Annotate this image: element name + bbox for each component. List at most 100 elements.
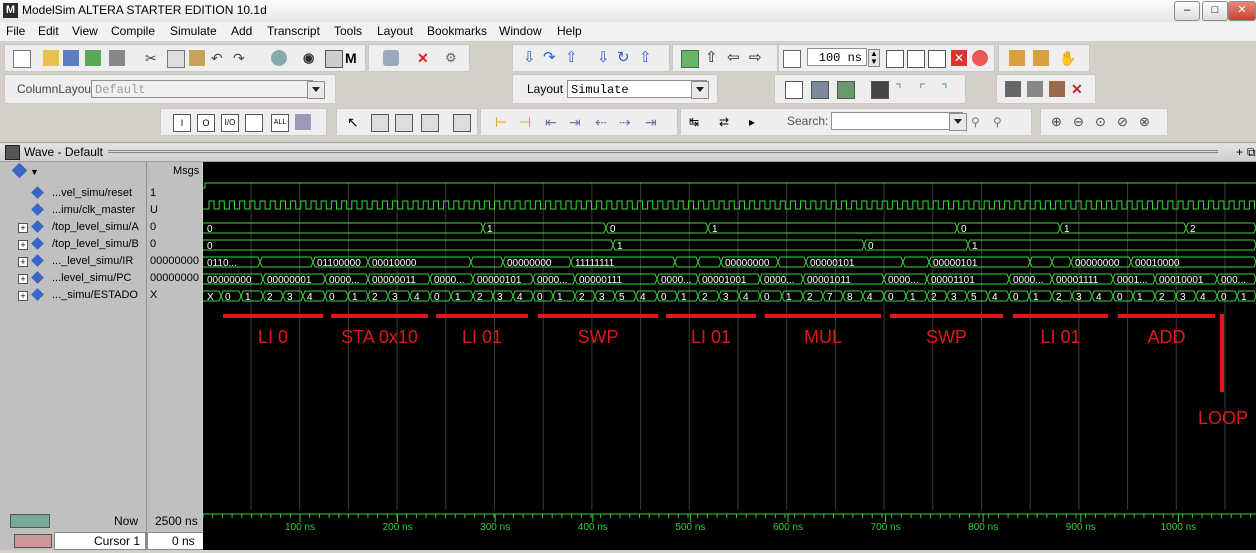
- save-icon[interactable]: [63, 50, 79, 66]
- wave-block-icon[interactable]: [871, 81, 889, 99]
- signal-row-ir[interactable]: + ..._level_simu/IR: [0, 253, 146, 270]
- expand-icon[interactable]: +: [18, 257, 28, 267]
- run-icon[interactable]: ⚙: [445, 50, 461, 66]
- restart-icon[interactable]: [783, 50, 801, 68]
- pan-mode-icon[interactable]: [395, 114, 413, 132]
- wave-color-icon[interactable]: [837, 81, 855, 99]
- step-down-icon[interactable]: ⇩: [597, 50, 613, 66]
- hand-icon[interactable]: ✋: [1059, 50, 1076, 66]
- format-icon[interactable]: [383, 50, 399, 66]
- undock-icon[interactable]: ⧉: [1247, 144, 1256, 160]
- delete-icon[interactable]: ✕: [417, 50, 433, 66]
- search-next-icon[interactable]: ⚲: [993, 114, 1009, 130]
- menu-bookmarks[interactable]: Bookmarks: [427, 24, 487, 38]
- minimize-button[interactable]: –: [1174, 1, 1200, 21]
- mark-icon[interactable]: M: [345, 50, 361, 66]
- next-edge-icon[interactable]: ⇥: [569, 114, 585, 130]
- search-find-icon[interactable]: ⚲: [971, 114, 987, 130]
- wave-compare-icon[interactable]: [1049, 81, 1065, 97]
- signal-row-clk-master[interactable]: ...imu/clk_master: [0, 202, 146, 219]
- wave-edge-icon[interactable]: ⌝: [941, 81, 957, 97]
- wave-clear-icon[interactable]: ✕: [1071, 81, 1087, 97]
- next-transition-icon[interactable]: ⇢: [619, 114, 635, 130]
- zoom-full-icon[interactable]: ⊙: [1095, 114, 1111, 130]
- up-arrow-icon[interactable]: ⇧: [705, 50, 721, 66]
- open-folder-icon[interactable]: [43, 50, 59, 66]
- find-icon[interactable]: ◉: [303, 50, 319, 66]
- now-tools-icon[interactable]: [10, 514, 50, 528]
- add-cursor-icon[interactable]: ⊢: [495, 114, 511, 130]
- expand-icon[interactable]: +: [18, 223, 28, 233]
- zoom-in-icon[interactable]: ⊕: [1051, 114, 1067, 130]
- menu-transcript[interactable]: Transcript: [267, 24, 320, 38]
- layout-dropdown[interactable]: [691, 81, 709, 99]
- copy-icon[interactable]: [167, 50, 185, 68]
- expand-icon[interactable]: +: [18, 240, 28, 250]
- signal-row-estado[interactable]: + ..._simu/ESTADO: [0, 287, 146, 304]
- prev-transition-icon[interactable]: ⇠: [595, 114, 611, 130]
- undo-icon[interactable]: ↶: [211, 50, 227, 66]
- maximize-button[interactable]: □: [1202, 1, 1228, 21]
- menu-help[interactable]: Help: [557, 24, 582, 38]
- menu-tools[interactable]: Tools: [334, 24, 362, 38]
- timeline-ruler[interactable]: 100 ns 200 ns 300 ns 400 ns 500 ns 600 ns 700 …: [202, 510, 1256, 550]
- wave-window-grip[interactable]: [108, 150, 1218, 153]
- timeline-canvas[interactable]: 100 ns 200 ns 300 ns 400 ns 500 ns 600 ns 700 …: [202, 510, 1256, 550]
- new-file-icon[interactable]: [13, 50, 31, 68]
- layout-select[interactable]: Simulate: [567, 80, 707, 98]
- menu-view[interactable]: View: [72, 24, 98, 38]
- step-out-icon[interactable]: ⇧: [565, 50, 581, 66]
- wave-canvas[interactable]: 0 1 0 1 0 1 20 1 0 10110... 01100000 00010000 000000…: [203, 162, 1256, 510]
- wave-fall-icon[interactable]: ⌜: [919, 81, 935, 97]
- signal-row-pc[interactable]: + ...level_simu/PC: [0, 270, 146, 287]
- menu-file[interactable]: File: [6, 24, 25, 38]
- wave-display[interactable]: 0 1 0 1 0 1 2 0 1 0 1 0110... 01100000 00010000 000000…: [203, 162, 1256, 510]
- menu-add[interactable]: Add: [231, 24, 252, 38]
- step-loop-icon[interactable]: ↻: [617, 50, 633, 66]
- compare-icon[interactable]: [325, 50, 343, 68]
- search-back-icon[interactable]: ↹: [689, 114, 705, 130]
- menu-simulate[interactable]: Simulate: [170, 24, 217, 38]
- search-forward-icon[interactable]: ⇄: [719, 114, 735, 130]
- run-length-input[interactable]: 100 ns: [807, 48, 867, 66]
- zoom-mode-icon[interactable]: [371, 114, 389, 132]
- search-input[interactable]: [831, 112, 963, 130]
- tree-menu-icon[interactable]: ▼: [30, 164, 46, 180]
- continue-icon[interactable]: [907, 50, 925, 68]
- run-icon[interactable]: [886, 50, 904, 68]
- wave-format-icon[interactable]: [785, 81, 803, 99]
- filter-input-icon[interactable]: I: [173, 114, 191, 132]
- filter-inout-icon[interactable]: I/O: [221, 114, 239, 132]
- cut-icon[interactable]: ✂: [145, 50, 161, 66]
- wave-export-icon[interactable]: [1005, 81, 1021, 97]
- wave-edit-icon[interactable]: [453, 114, 471, 132]
- prev-edge-icon[interactable]: ⇤: [545, 114, 561, 130]
- filter-all-icon[interactable]: ALL: [271, 114, 289, 132]
- select-pointer-icon[interactable]: ↖: [347, 114, 363, 130]
- breakpoint-icon[interactable]: [271, 50, 287, 66]
- stop-icon[interactable]: [972, 50, 988, 66]
- filter-clear-icon[interactable]: [295, 114, 311, 130]
- zoom-range-icon[interactable]: ⊗: [1139, 114, 1155, 130]
- expand-icon[interactable]: +: [18, 274, 28, 284]
- memory-icon[interactable]: [1033, 50, 1049, 66]
- run-length-spinner[interactable]: ▲ ▼: [868, 49, 880, 67]
- step-over-icon[interactable]: ↷: [543, 50, 559, 66]
- wave-rise-icon[interactable]: ⌝: [895, 81, 911, 97]
- wave-tree-icon[interactable]: [11, 162, 28, 179]
- wave-fill-icon[interactable]: [811, 81, 829, 99]
- zoom-out-icon[interactable]: ⊖: [1073, 114, 1089, 130]
- column-layout-select[interactable]: Default: [91, 80, 313, 98]
- menu-edit[interactable]: Edit: [38, 24, 59, 38]
- zoom-cursor-icon[interactable]: ⊘: [1117, 114, 1133, 130]
- step-up-icon[interactable]: ⇧: [639, 50, 655, 66]
- signal-row-b[interactable]: + /top_level_simu/B: [0, 236, 146, 253]
- search-options-icon[interactable]: ▸: [749, 114, 765, 130]
- close-button[interactable]: ✕: [1228, 1, 1256, 21]
- remove-cursor-icon[interactable]: ⊣: [519, 114, 535, 130]
- run-all-icon[interactable]: [928, 50, 946, 68]
- menu-compile[interactable]: Compile: [111, 24, 155, 38]
- environment-icon[interactable]: [681, 50, 699, 68]
- edit-mode-icon[interactable]: [421, 114, 439, 132]
- back-arrow-icon[interactable]: ⇦: [727, 50, 743, 66]
